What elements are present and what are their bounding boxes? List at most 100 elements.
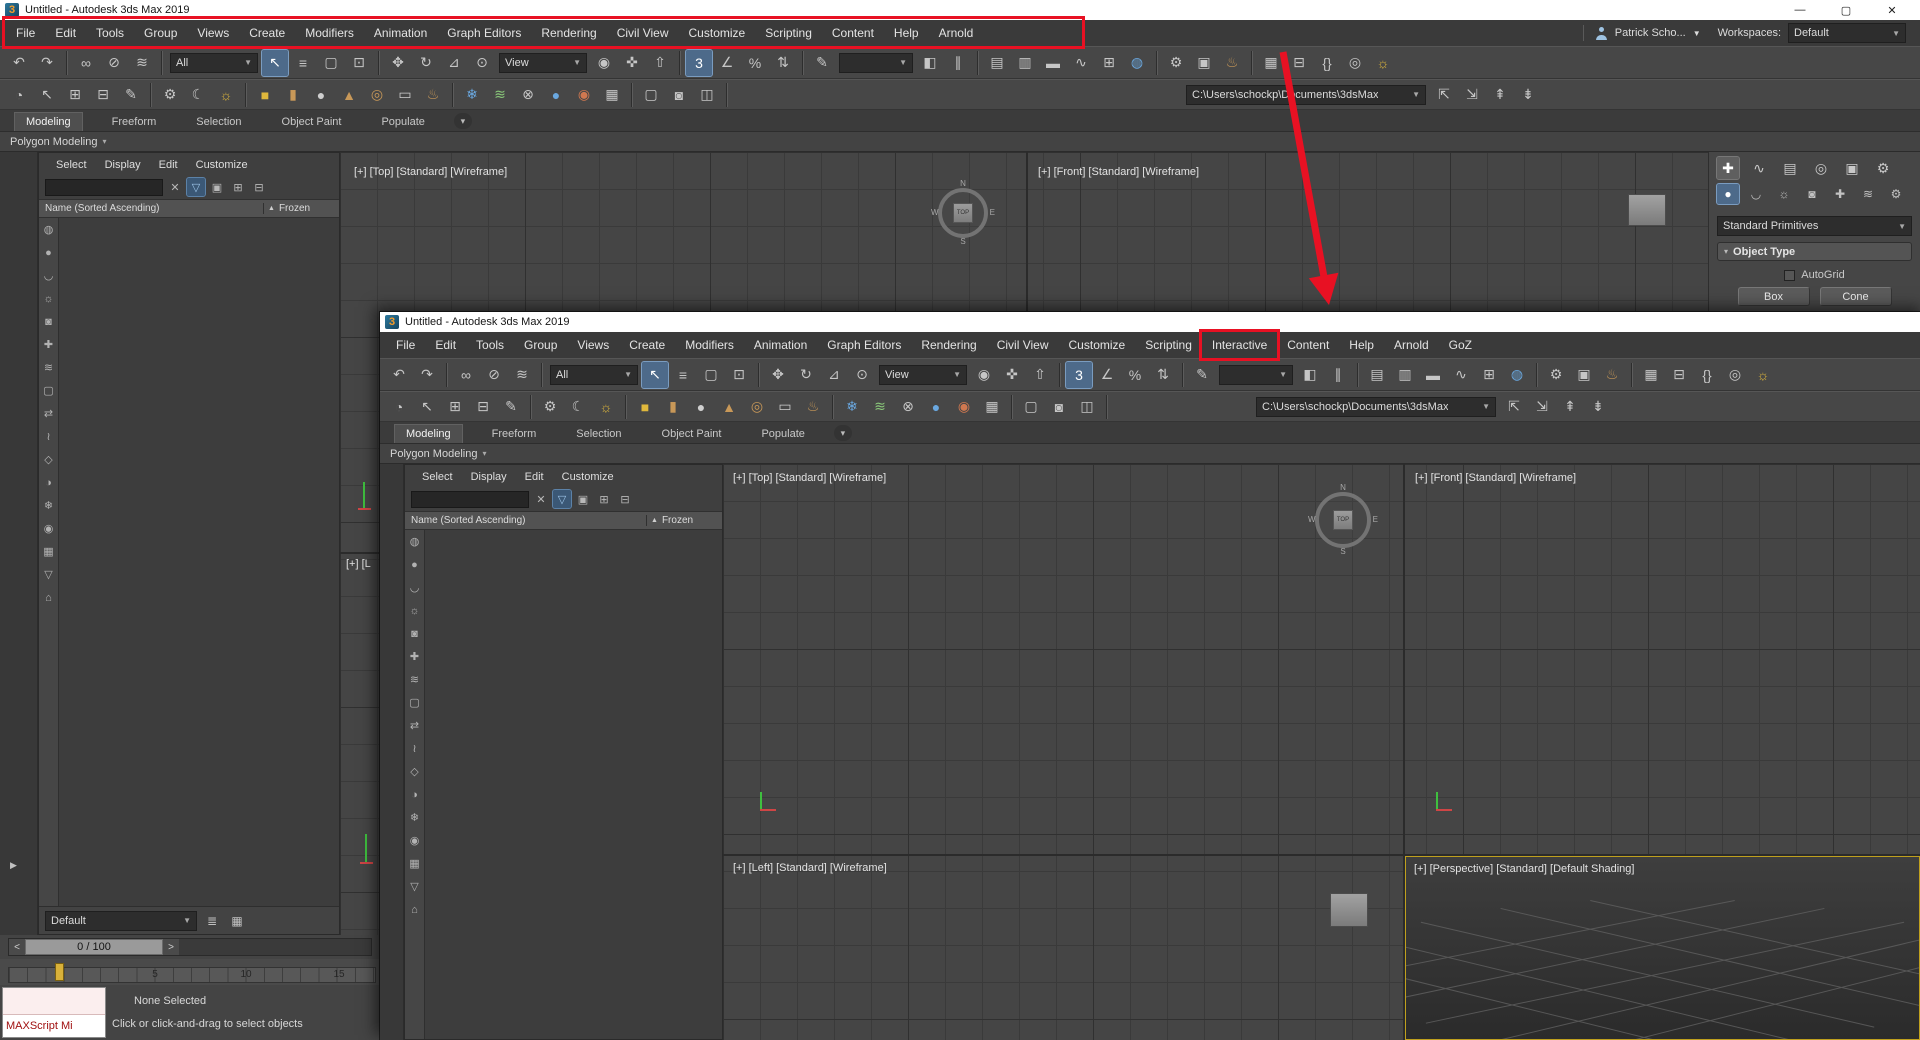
named-selection-sets-dropdown[interactable]: ▼ [839,52,913,73]
ribbon-overflow-button[interactable]: ▾ [453,113,472,129]
bones-filter-icon[interactable]: ≀ [412,742,416,757]
menu-item-customize[interactable]: Customize [679,20,756,46]
cameras-filter-icon[interactable]: ◙ [411,627,418,642]
menu-item-rendering[interactable]: Rendering [911,332,986,358]
containers-filter-icon[interactable]: ◇ [44,453,52,468]
menu-item-arnold[interactable]: Arnold [1384,332,1439,358]
ribbon-tab-modeling[interactable]: Modeling [394,424,463,443]
menu-item-graph-editors[interactable]: Graph Editors [437,20,531,46]
select-and-place-icon[interactable]: ⊙ [849,362,875,388]
unlink-selection-icon[interactable]: ⊘ [101,50,127,76]
spinner-snap-icon[interactable]: ⇅ [770,50,796,76]
space-warps-filter-icon[interactable]: ≋ [44,361,53,376]
selection-sets-filter-icon[interactable]: ▦ [409,857,419,872]
filter-funnel-icon[interactable]: ▽ [186,177,206,197]
import-file-icon[interactable]: ⇲ [1459,82,1485,108]
inset-titlebar[interactable]: 3 Untitled - Autodesk 3ds Max 2019 [380,312,1920,332]
select-and-link-icon[interactable]: ∞ [453,362,479,388]
explorer-object-list[interactable] [59,218,339,906]
freeze-selection-icon[interactable]: ❄ [459,82,485,108]
layer-stack-icon[interactable]: ≣ [202,911,222,931]
preview-clapboard-icon[interactable]: ◫ [1074,394,1100,420]
shapes-filter-icon[interactable]: ◡ [44,269,54,284]
render-sphere-icon[interactable]: ● [543,82,569,108]
menu-item-edit[interactable]: Edit [425,332,466,358]
shapes-category-icon[interactable]: ◡ [1745,184,1767,204]
box-primitive-icon[interactable]: ■ [632,394,658,420]
ribbon-tab-populate[interactable]: Populate [370,113,435,131]
menu-item-modifiers[interactable]: Modifiers [675,332,744,358]
list-view-icon[interactable]: ⊞ [595,490,613,508]
maxscript-mini-listener[interactable]: MAXScript Mi [2,987,106,1038]
percent-snap-icon[interactable]: % [742,50,768,76]
explorer-menu-customize[interactable]: Customize [553,469,623,485]
percent-snap-icon[interactable]: % [1122,362,1148,388]
funnel-filter-icon[interactable]: ▽ [410,880,418,895]
modify-tab-icon[interactable]: ∿ [1748,157,1770,179]
save-scene-state-icon[interactable]: ⇱ [1431,82,1457,108]
polygon-modeling-tab[interactable]: Polygon Modeling [10,136,97,148]
explorer-menu-display[interactable]: Display [96,157,150,173]
edit-named-selection-sets-icon[interactable]: ✎ [809,50,835,76]
cone-primitive-icon[interactable]: ▲ [336,82,362,108]
asset-tracking-icon[interactable]: ⇟ [1515,82,1541,108]
selection-filter-dropdown[interactable]: All ▼ [550,364,638,385]
cone-primitive-icon[interactable]: ▲ [716,394,742,420]
lights-category-icon[interactable]: ☼ [1773,184,1795,204]
mass-fx-icon[interactable]: ⚙ [537,394,563,420]
geometry-category-icon[interactable]: ● [1716,183,1740,205]
torus-primitive-icon[interactable]: ◎ [364,82,390,108]
mirror-icon[interactable]: ◧ [917,50,943,76]
explorer-menu-edit[interactable]: Edit [150,157,187,173]
frozen-filter-icon[interactable]: ❄ [410,811,419,826]
select-and-move-icon[interactable]: ✥ [765,362,791,388]
ribbon-tab-object-paint[interactable]: Object Paint [651,425,733,443]
menu-item-views[interactable]: Views [187,20,239,46]
ribbon-tab-selection[interactable]: Selection [565,425,632,443]
menu-item-interactive[interactable]: Interactive [1198,329,1281,361]
lock-icon[interactable]: ▣ [574,490,592,508]
explorer-menu-edit[interactable]: Edit [516,469,553,485]
cylinder-primitive-icon[interactable]: ▮ [660,394,686,420]
account-dropdown-icon[interactable]: ▼ [1693,29,1701,38]
import-file-icon[interactable]: ⇲ [1529,394,1555,420]
main-titlebar[interactable]: 3 Untitled - Autodesk 3ds Max 2019 — ▢ ✕ [0,0,1920,20]
menu-item-scripting[interactable]: Scripting [1135,332,1202,358]
display-all-filter-icon[interactable]: ◍ [410,535,420,550]
undo-icon[interactable]: ↶ [6,50,32,76]
save-scene-state-icon[interactable]: ⇱ [1501,394,1527,420]
cameras-filter-icon[interactable]: ◙ [45,315,52,330]
ribbon-tab-freeform[interactable]: Freeform [101,113,168,131]
lock-icon[interactable]: ▣ [208,178,226,196]
target-select-icon[interactable]: ↖ [414,394,440,420]
hierarchy-tab-icon[interactable]: ▤ [1779,157,1801,179]
selection-sets-filter-icon[interactable]: ▦ [43,545,53,560]
account-user-button[interactable]: Patrick Scho... [1615,27,1686,39]
menu-item-group[interactable]: Group [134,20,187,46]
explorer-search-input[interactable] [411,490,529,508]
ribbon-tab-selection[interactable]: Selection [185,113,252,131]
space-warps-category-icon[interactable]: ≋ [1857,184,1879,204]
maximize-button[interactable]: ▢ [1823,0,1869,20]
explorer-object-list[interactable] [425,530,722,1039]
toggle-ribbon-icon[interactable]: ▬ [1040,50,1066,76]
render-setup-icon[interactable]: ⚙ [1163,50,1189,76]
snaps-toggle-3d-icon[interactable]: 3 [685,48,713,77]
physical-camera-icon[interactable]: ◔ [386,394,412,420]
schematic-view-icon[interactable]: ⊞ [1476,362,1502,388]
heightfield-icon[interactable]: ≋ [487,82,513,108]
menu-item-scripting[interactable]: Scripting [755,20,822,46]
exclude-toggle-icon[interactable]: ⊗ [895,394,921,420]
menu-item-tools[interactable]: Tools [466,332,514,358]
workspace-dropdown[interactable]: Default ▼ [1788,23,1906,43]
night-mode-icon[interactable]: ☾ [185,82,211,108]
materials-filter-icon[interactable]: ◑ [411,788,418,803]
bind-to-space-warp-icon[interactable]: ≋ [509,362,535,388]
inset-viewport-area[interactable]: [+] [Top] [Standard] [Wireframe] [+] [Fr… [723,464,1920,1040]
menu-item-rendering[interactable]: Rendering [531,20,606,46]
layer-manager-icon[interactable]: ⊟ [90,82,116,108]
track-bar[interactable]: 5 10 15 [0,959,380,985]
name-column-header[interactable]: Name (Sorted Ascending) [39,203,263,214]
object-type-rollout-header[interactable]: ▾ Object Type [1717,242,1912,261]
toggle-scene-explorer-icon[interactable]: ▤ [1364,362,1390,388]
